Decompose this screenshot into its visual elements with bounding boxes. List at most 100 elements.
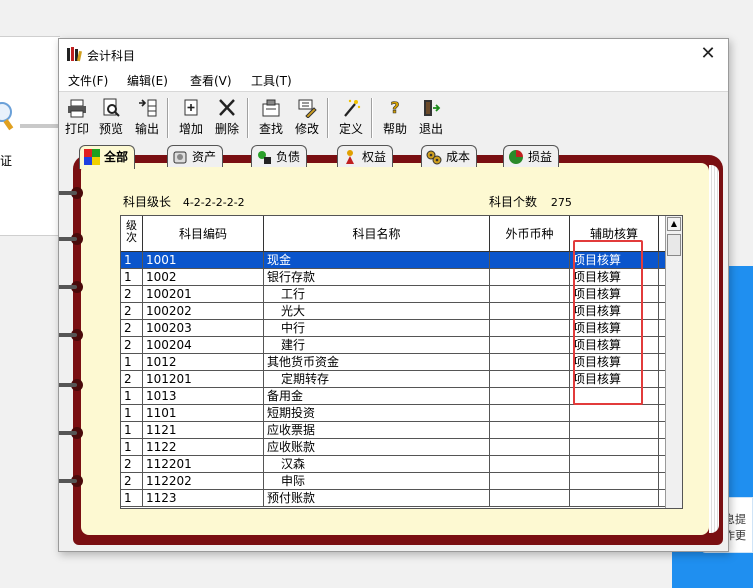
all-categories-icon [84, 149, 100, 165]
cell-currency [490, 456, 570, 472]
header-level[interactable]: 级次 [121, 216, 143, 252]
background-divider [20, 124, 60, 128]
find-button[interactable]: 查找 [255, 96, 287, 138]
notebook-page-edge [709, 165, 719, 533]
tab-all-label: 全部 [104, 150, 129, 164]
cell-aux [570, 422, 659, 438]
add-label: 增加 [178, 122, 203, 136]
menu-bar: 文件(F) 编辑(E) 查看(V) 工具(T) [59, 69, 728, 91]
vertical-scrollbar[interactable]: ▲ [665, 216, 682, 508]
cell-aux [570, 456, 659, 472]
exit-label: 退出 [418, 122, 443, 136]
define-button[interactable]: 定义 [335, 96, 367, 138]
header-name[interactable]: 科目名称 [264, 216, 490, 252]
cell-code: 100204 [143, 337, 264, 353]
cell-code: 100202 [143, 303, 264, 319]
preview-label: 预览 [98, 122, 123, 136]
window-title: 会计科目 [87, 49, 136, 63]
cell-currency [490, 388, 570, 404]
exit-icon [424, 100, 441, 116]
tab-cost[interactable]: 成本 [421, 145, 478, 167]
subject-level-summary: 科目级长 4-2-2-2-2-2 [123, 193, 245, 210]
cell-level: 2 [121, 337, 143, 353]
cell-name: 预付账款 [264, 490, 490, 506]
exit-button[interactable]: 退出 [415, 96, 447, 138]
table-row[interactable]: 2 112201 汉森 [121, 456, 665, 473]
cell-name: 工行 [264, 286, 490, 302]
cell-name: 中行 [264, 320, 490, 336]
find-icon [262, 99, 280, 117]
close-button[interactable]: ✕ [688, 39, 728, 69]
table-row[interactable]: 1 1101 短期投资 [121, 405, 665, 422]
delete-icon [219, 99, 235, 116]
tab-equity-label: 权益 [362, 150, 387, 164]
binder-ring [59, 281, 87, 293]
preview-button[interactable]: 预览 [95, 96, 127, 138]
cell-code: 1101 [143, 405, 264, 421]
tab-assets[interactable]: 资产 [167, 145, 224, 167]
help-button[interactable]: ? 帮助 [379, 96, 411, 138]
equity-icon [346, 150, 354, 164]
cell-currency [490, 286, 570, 302]
header-level-label: 级次 [126, 219, 137, 244]
binder-ring [59, 427, 87, 439]
cell-aux [570, 405, 659, 421]
cell-currency [490, 422, 570, 438]
menu-edit[interactable]: 编辑(E) [127, 72, 168, 89]
help-label: 帮助 [382, 122, 407, 136]
cell-name: 备用金 [264, 388, 490, 404]
print-button[interactable]: 打印 [61, 96, 93, 138]
table-row[interactable]: 1 1121 应收票据 [121, 422, 665, 439]
menu-tools[interactable]: 工具(T) [251, 72, 292, 89]
cell-code: 1122 [143, 439, 264, 455]
add-icon [184, 99, 198, 116]
cell-code: 101201 [143, 371, 264, 387]
export-button[interactable]: 输出 [131, 96, 163, 138]
cell-name: 汉森 [264, 456, 490, 472]
table-row[interactable]: 2 112202 申际 [121, 473, 665, 490]
profit-loss-icon [509, 150, 523, 164]
cell-currency [490, 473, 570, 489]
cell-name: 银行存款 [264, 269, 490, 285]
cell-level: 1 [121, 490, 143, 506]
table-row[interactable]: 1 1123 预付账款 [121, 490, 665, 507]
scroll-thumb[interactable] [667, 234, 681, 256]
cell-name: 其他货币资金 [264, 354, 490, 370]
cell-code: 1012 [143, 354, 264, 370]
title-bar: 会计科目 ✕ [59, 39, 728, 69]
find-label: 查找 [258, 122, 283, 136]
menu-file[interactable]: 文件(F) [68, 72, 108, 89]
cell-currency [490, 252, 570, 268]
subject-level-value: 4-2-2-2-2-2 [182, 196, 245, 209]
header-code[interactable]: 科目编码 [143, 216, 264, 252]
modify-button[interactable]: 修改 [291, 96, 323, 138]
tab-equity[interactable]: 权益 [337, 145, 394, 167]
add-button[interactable]: 增加 [175, 96, 207, 138]
cell-aux [570, 439, 659, 455]
print-label: 打印 [64, 122, 89, 136]
subject-count-label: 科目个数 [489, 195, 538, 209]
menu-view[interactable]: 查看(V) [190, 72, 232, 89]
scroll-up-arrow-icon[interactable]: ▲ [667, 217, 681, 231]
tab-liabilities-label: 负债 [276, 150, 301, 164]
cell-level: 2 [121, 473, 143, 489]
table-row[interactable]: 1 1122 应收账款 [121, 439, 665, 456]
magic-wand-icon [344, 99, 361, 117]
cell-currency [490, 490, 570, 506]
subject-level-label: 科目级长 [123, 195, 172, 209]
tab-liabilities[interactable]: 负债 [251, 145, 308, 167]
tab-assets-label: 资产 [192, 150, 217, 164]
tab-all[interactable]: 全部 [79, 145, 136, 169]
binder-ring [59, 187, 87, 199]
cell-code: 100203 [143, 320, 264, 336]
app-books-icon [67, 47, 82, 62]
export-label: 输出 [134, 122, 159, 136]
preview-icon [103, 98, 120, 117]
toolbar: 打印 预览 输出 增加 删除 查找 修改 定义 ? 帮助 退出 [59, 91, 728, 143]
delete-button[interactable]: 删除 [211, 96, 243, 138]
cell-name: 定期转存 [264, 371, 490, 387]
header-currency[interactable]: 外币币种 [490, 216, 570, 252]
cell-currency [490, 405, 570, 421]
tab-profit-loss[interactable]: 损益 [503, 145, 560, 167]
background-panel [0, 36, 60, 236]
